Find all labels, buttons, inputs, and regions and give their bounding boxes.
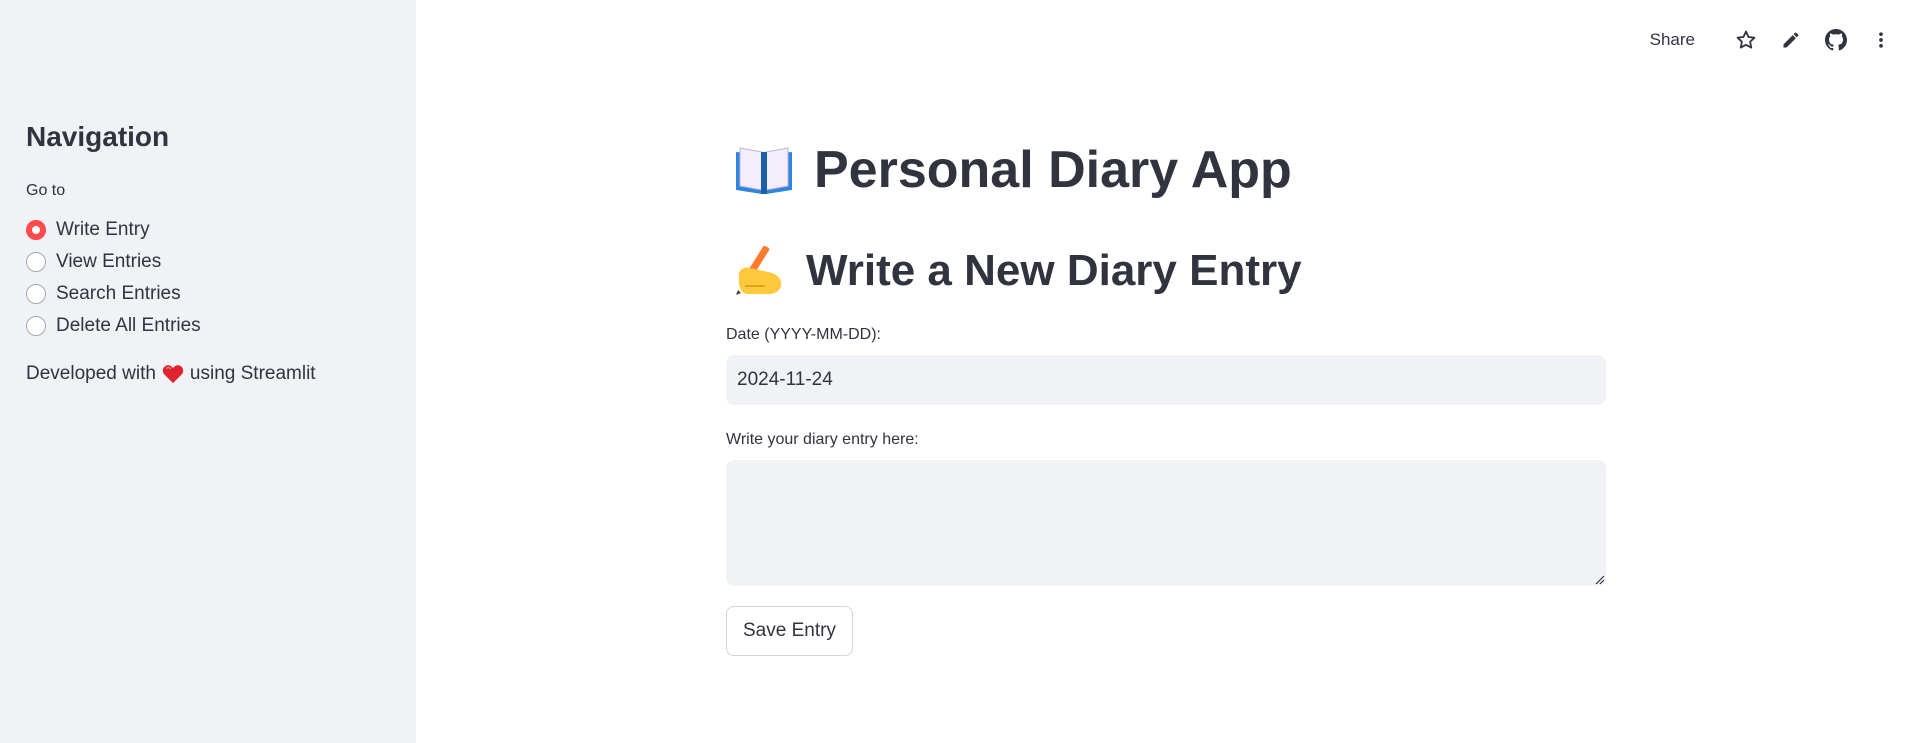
sidebar-title: Navigation	[26, 121, 170, 152]
radio-option-write-entry[interactable]: Write Entry	[26, 214, 201, 246]
radio-option-label: Search Entries	[56, 283, 181, 304]
share-button[interactable]: Share	[1650, 30, 1695, 50]
footer-text-before: Developed with	[26, 363, 156, 384]
open-book-icon	[734, 144, 794, 196]
section-subheader-text: Write a New Diary Entry	[806, 246, 1302, 295]
github-icon[interactable]	[1820, 24, 1852, 56]
radio-option-label: View Entries	[56, 251, 162, 272]
footer-text-after: using Streamlit	[189, 363, 316, 384]
radio-option-delete-all-entries[interactable]: Delete All Entries	[26, 310, 201, 342]
page-title: Personal Diary App	[734, 140, 1292, 200]
radio-option-label: Delete All Entries	[56, 315, 201, 336]
kebab-menu-icon[interactable]	[1865, 24, 1897, 56]
radio-option-view-entries[interactable]: View Entries	[26, 246, 201, 278]
page-title-text: Personal Diary App	[814, 141, 1292, 199]
save-entry-button[interactable]: Save Entry	[726, 606, 853, 656]
radio-button[interactable]	[26, 284, 46, 304]
radio-option-label: Write Entry	[56, 219, 150, 240]
navigation-radio-group: Write Entry View Entries Search Entries …	[26, 214, 201, 342]
pencil-icon[interactable]	[1775, 24, 1807, 56]
radio-button[interactable]	[26, 252, 46, 272]
radio-button[interactable]	[26, 316, 46, 336]
date-input[interactable]	[726, 355, 1606, 405]
section-subheader: Write a New Diary Entry	[734, 246, 1302, 296]
star-icon[interactable]	[1730, 24, 1762, 56]
resize-handle-icon[interactable]	[1593, 572, 1605, 590]
date-field-label: Date (YYYY-MM-DD):	[726, 326, 881, 343]
radio-option-search-entries[interactable]: Search Entries	[26, 278, 201, 310]
entry-field-label: Write your diary entry here:	[726, 431, 919, 448]
radio-button-checked[interactable]	[26, 220, 46, 240]
app-toolbar: Share	[1650, 24, 1897, 56]
heart-icon	[162, 364, 184, 384]
sidebar: Navigation Go to Write Entry View Entrie…	[0, 0, 416, 743]
writing-hand-icon	[734, 246, 786, 296]
app-root: Navigation Go to Write Entry View Entrie…	[0, 0, 1915, 743]
radio-group-label: Go to	[26, 182, 66, 199]
sidebar-footer: Developed with using Streamlit	[26, 363, 316, 385]
diary-entry-textarea[interactable]	[726, 460, 1606, 586]
